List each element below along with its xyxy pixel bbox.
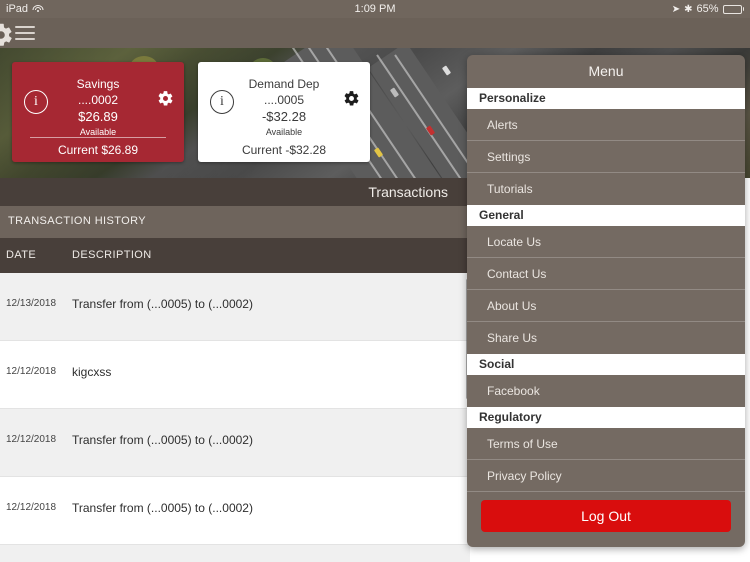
transaction-date: 12/12/2018 [6, 366, 57, 377]
app-screen: iPad 1:09 PM ➤ ✱ 65% i Savings ....0002 … [0, 0, 750, 562]
account-name: Savings [76, 77, 120, 91]
card-divider [30, 137, 166, 138]
hamburger-menu-icon[interactable] [15, 26, 35, 40]
account-cards: i Savings ....0002 $26.89 Available Curr… [0, 62, 470, 167]
menu-item-contact-us[interactable]: Contact Us [467, 258, 745, 290]
account-name: Demand Dep [248, 77, 320, 91]
menu-item-terms-of-use[interactable]: Terms of Use [467, 428, 745, 460]
account-number: ....0005 [263, 93, 305, 107]
logout-container: Log Out [467, 492, 745, 532]
status-bar-right: ➤ ✱ 65% [672, 3, 744, 15]
menu-item-alerts[interactable]: Alerts [467, 109, 745, 141]
menu-item-about-us[interactable]: About Us [467, 290, 745, 322]
transaction-description: kigcxss [72, 365, 112, 379]
account-current-balance: Current -$32.28 [241, 143, 327, 157]
menu-item-tutorials[interactable]: Tutorials [467, 173, 745, 205]
table-row[interactable]: 12/12/2018 Transfer from (...0005) to (.… [0, 409, 470, 477]
table-row[interactable]: 12/12/2018 Transfer from (...0005) to (.… [0, 477, 470, 545]
menu-item-privacy-policy[interactable]: Privacy Policy [467, 460, 745, 492]
transaction-history-band: TRANSACTION HISTORY [0, 206, 470, 238]
bluetooth-icon: ✱ [684, 3, 693, 15]
menu-title: Menu [588, 63, 624, 79]
transaction-history-label: TRANSACTION HISTORY [8, 215, 146, 227]
table-row[interactable]: 12/13/2018 Transfer from (...0005) to (.… [0, 273, 470, 341]
account-number: ....0002 [77, 93, 119, 107]
transaction-description: Transfer from (...0005) to (...0002) [72, 501, 253, 515]
transactions-title-bar: Transactions [0, 178, 470, 206]
account-amount: -$32.28 [261, 109, 307, 124]
account-amount: $26.89 [78, 109, 118, 124]
menu-panel: Menu Personalize Alerts Settings Tutoria… [467, 55, 745, 547]
status-bar: iPad 1:09 PM ➤ ✱ 65% [0, 0, 750, 18]
transactions-table-header: DATE DESCRIPTION [0, 238, 470, 273]
menu-item-facebook[interactable]: Facebook [467, 375, 745, 407]
account-summary: Savings ....0002 $26.89 Available [12, 76, 184, 139]
table-row[interactable]: 12/12/2018 kigcxss [0, 341, 470, 409]
card-divider [216, 137, 352, 138]
menu-section-regulatory: Regulatory [467, 407, 745, 428]
account-card-demand-dep[interactable]: i Demand Dep ....0005 -$32.28 Available … [198, 62, 370, 162]
transaction-date: 12/12/2018 [6, 502, 57, 513]
transaction-description: Transfer from (...0005) to (...0002) [72, 433, 253, 447]
transaction-description: Transfer from (...0005) to (...0002) [72, 297, 253, 311]
menu-section-social: Social [467, 354, 745, 375]
location-arrow-icon: ➤ [671, 3, 681, 15]
transaction-date: 12/12/2018 [6, 434, 57, 445]
menu-item-share-us[interactable]: Share Us [467, 322, 745, 354]
menu-item-settings[interactable]: Settings [467, 141, 745, 173]
menu-item-locate-us[interactable]: Locate Us [467, 226, 745, 258]
transactions-list[interactable]: 12/13/2018 Transfer from (...0005) to (.… [0, 273, 470, 562]
battery-icon [722, 4, 744, 14]
column-header-description: DESCRIPTION [72, 249, 152, 261]
menu-section-general: General [467, 205, 745, 226]
status-bar-clock: 1:09 PM [354, 3, 396, 15]
gear-icon[interactable] [0, 22, 14, 48]
navigation-bar [0, 18, 750, 48]
page-title: Transactions [368, 184, 448, 200]
account-summary: Demand Dep ....0005 -$32.28 Available [198, 76, 370, 139]
account-current-balance: Current $26.89 [57, 143, 139, 157]
column-header-date: DATE [6, 249, 37, 261]
menu-section-personalize: Personalize [467, 88, 745, 109]
account-card-savings[interactable]: i Savings ....0002 $26.89 Available Curr… [12, 62, 184, 162]
table-row[interactable] [0, 545, 470, 562]
transaction-date: 12/13/2018 [6, 298, 57, 309]
battery-percent-label: 65% [696, 3, 719, 15]
logout-button[interactable]: Log Out [481, 500, 731, 532]
